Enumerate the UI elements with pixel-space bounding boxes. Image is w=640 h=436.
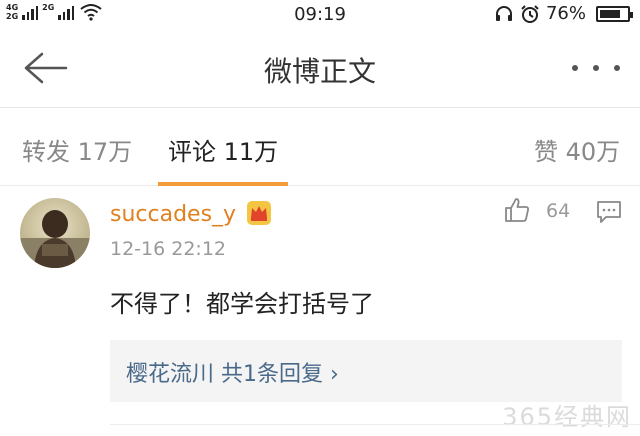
status-bar: 4G 2G 2G 09:19 76% [0,0,640,30]
nav-bar: 微博正文 [0,30,640,108]
tab-comments[interactable]: 评论 11万 [168,132,278,167]
comment-text: 不得了！都学会打括号了 [110,290,374,318]
replies-preview[interactable]: 樱花流川 共1条回复 › [110,340,622,402]
tab-bar: 转发 17万 评论 11万 赞 40万 [0,108,640,186]
like-count: 64 [546,200,571,222]
thumbs-up-icon[interactable] [503,196,531,224]
alarm-clock-icon [521,4,539,23]
avatar[interactable] [20,198,90,268]
comment-username[interactable]: succades_y [110,202,236,227]
battery-icon [596,5,633,22]
comment-item: succades_y 12-16 22:12 64 不得了！都学会打括号了 樱花… [0,186,640,436]
page-title: 微博正文 [263,55,376,88]
headphones-icon [495,5,512,21]
status-right-group: 76% [494,3,633,24]
vip-crown-icon[interactable] [246,200,272,226]
tab-likes[interactable]: 赞 40万 [534,132,620,167]
tab-repost[interactable]: 转发 17万 [22,132,132,167]
watermark: 365经典网 [502,403,632,431]
replies-link[interactable]: 樱花流川 共1条回复 › [126,356,339,388]
battery-percent: 76% [545,3,586,24]
more-dots-icon[interactable] [572,56,620,80]
divider [110,424,640,425]
battery-fill [600,9,620,18]
comment-time: 12-16 22:12 [110,238,227,260]
comment-reply-icon[interactable] [596,200,622,224]
